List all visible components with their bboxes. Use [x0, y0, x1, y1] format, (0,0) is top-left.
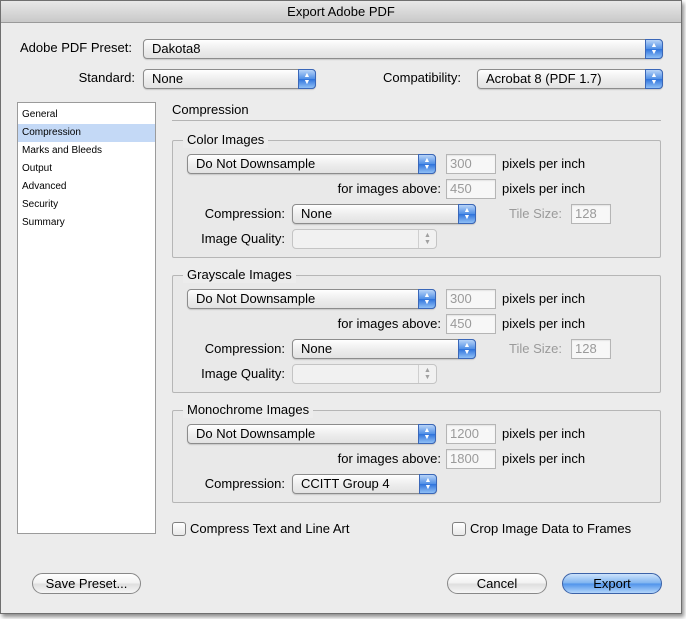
color-images-title: Color Images	[183, 132, 269, 148]
color-tile-label: Tile Size:	[509, 206, 562, 221]
window-title: Export Adobe PDF	[1, 1, 681, 23]
sidebar-item-output[interactable]: Output	[18, 160, 155, 178]
cancel-button[interactable]: Cancel	[447, 573, 547, 594]
save-preset-button[interactable]: Save Preset...	[32, 573, 141, 594]
popup-arrows-icon: ▲ ▼	[458, 339, 476, 359]
grayscale-downsample-popup[interactable]: Do Not Downsample ▲ ▼	[187, 289, 436, 309]
monochrome-above-label: for images above:	[337, 451, 441, 466]
popup-arrows-icon: ▲ ▼	[418, 230, 436, 248]
grayscale-quality-popup[interactable]: ▲ ▼	[292, 364, 437, 384]
popup-arrows-icon: ▲ ▼	[418, 365, 436, 383]
popup-arrows-icon: ▲ ▼	[645, 39, 663, 59]
grayscale-ppi-unit: pixels per inch	[502, 291, 586, 306]
sidebar-item-marks-and-bleeds[interactable]: Marks and Bleeds	[18, 142, 155, 160]
monochrome-compression-popup[interactable]: CCITT Group 4 ▲ ▼	[292, 474, 437, 494]
monochrome-above-unit: pixels per inch	[502, 451, 586, 466]
popup-arrows-icon: ▲ ▼	[645, 69, 663, 89]
grayscale-above-label: for images above:	[337, 316, 441, 331]
color-above-field[interactable]: 450	[446, 179, 496, 199]
compatibility-value: Acrobat 8 (PDF 1.7)	[486, 71, 602, 86]
sidebar-item-compression[interactable]: Compression	[18, 124, 155, 142]
popup-arrows-icon: ▲ ▼	[458, 204, 476, 224]
section-divider	[172, 120, 661, 121]
popup-arrows-icon: ▲ ▼	[419, 474, 437, 494]
color-above-unit: pixels per inch	[502, 181, 586, 196]
sidebar-item-advanced[interactable]: Advanced	[18, 178, 155, 196]
crop-images-checkbox[interactable]	[452, 522, 466, 536]
popup-arrows-icon: ▲ ▼	[418, 289, 436, 309]
compatibility-label: Compatibility:	[383, 70, 462, 85]
grayscale-ppi-field[interactable]: 300	[446, 289, 496, 309]
sidebar-item-general[interactable]: General	[18, 106, 155, 124]
color-quality-popup[interactable]: ▲ ▼	[292, 229, 437, 249]
sidebar-list: General Compression Marks and Bleeds Out…	[17, 102, 156, 534]
standard-popup[interactable]: None ▲ ▼	[143, 69, 316, 89]
color-downsample-value: Do Not Downsample	[196, 156, 316, 171]
grayscale-quality-label: Image Quality:	[201, 366, 285, 381]
export-button[interactable]: Export	[562, 573, 662, 594]
popup-arrows-icon: ▲ ▼	[418, 154, 436, 174]
monochrome-ppi-field[interactable]: 1200	[446, 424, 496, 444]
monochrome-downsample-popup[interactable]: Do Not Downsample ▲ ▼	[187, 424, 436, 444]
compress-text-checkbox[interactable]	[172, 522, 186, 536]
grayscale-compression-label: Compression:	[204, 341, 285, 356]
section-title: Compression	[172, 102, 249, 117]
color-ppi-field[interactable]: 300	[446, 154, 496, 174]
grayscale-compression-value: None	[301, 341, 333, 356]
color-compression-label: Compression:	[204, 206, 285, 221]
color-above-label: for images above:	[337, 181, 441, 196]
preset-value: Dakota8	[152, 41, 201, 56]
monochrome-downsample-value: Do Not Downsample	[196, 426, 316, 441]
standard-value: None	[152, 71, 184, 86]
preset-label: Adobe PDF Preset:	[20, 40, 132, 55]
grayscale-tile-label: Tile Size:	[509, 341, 562, 356]
grayscale-downsample-value: Do Not Downsample	[196, 291, 316, 306]
grayscale-above-field[interactable]: 450	[446, 314, 496, 334]
export-pdf-dialog: Export Adobe PDF Adobe PDF Preset: Dakot…	[0, 0, 682, 614]
color-downsample-popup[interactable]: Do Not Downsample ▲ ▼	[187, 154, 436, 174]
preset-popup[interactable]: Dakota8 ▲ ▼	[143, 39, 663, 59]
monochrome-images-title: Monochrome Images	[183, 402, 314, 418]
grayscale-above-unit: pixels per inch	[502, 316, 586, 331]
compress-text-label[interactable]: Compress Text and Line Art	[190, 520, 349, 538]
color-compression-value: None	[301, 206, 333, 221]
monochrome-compression-value: CCITT Group 4	[301, 476, 390, 491]
monochrome-compression-label: Compression:	[204, 476, 285, 491]
popup-arrows-icon: ▲ ▼	[298, 69, 316, 89]
standard-label: Standard:	[78, 70, 135, 85]
grayscale-images-title: Grayscale Images	[183, 267, 296, 283]
color-compression-popup[interactable]: None ▲ ▼	[292, 204, 476, 224]
monochrome-above-field[interactable]: 1800	[446, 449, 496, 469]
sidebar-item-security[interactable]: Security	[18, 196, 155, 214]
sidebar-item-summary[interactable]: Summary	[18, 214, 155, 232]
color-quality-label: Image Quality:	[201, 231, 285, 246]
grayscale-compression-popup[interactable]: None ▲ ▼	[292, 339, 476, 359]
crop-images-label[interactable]: Crop Image Data to Frames	[470, 520, 631, 538]
popup-arrows-icon: ▲ ▼	[418, 424, 436, 444]
compatibility-popup[interactable]: Acrobat 8 (PDF 1.7) ▲ ▼	[477, 69, 663, 89]
grayscale-tile-field[interactable]: 128	[571, 339, 611, 359]
color-tile-field[interactable]: 128	[571, 204, 611, 224]
color-ppi-unit: pixels per inch	[502, 156, 586, 171]
monochrome-ppi-unit: pixels per inch	[502, 426, 586, 441]
